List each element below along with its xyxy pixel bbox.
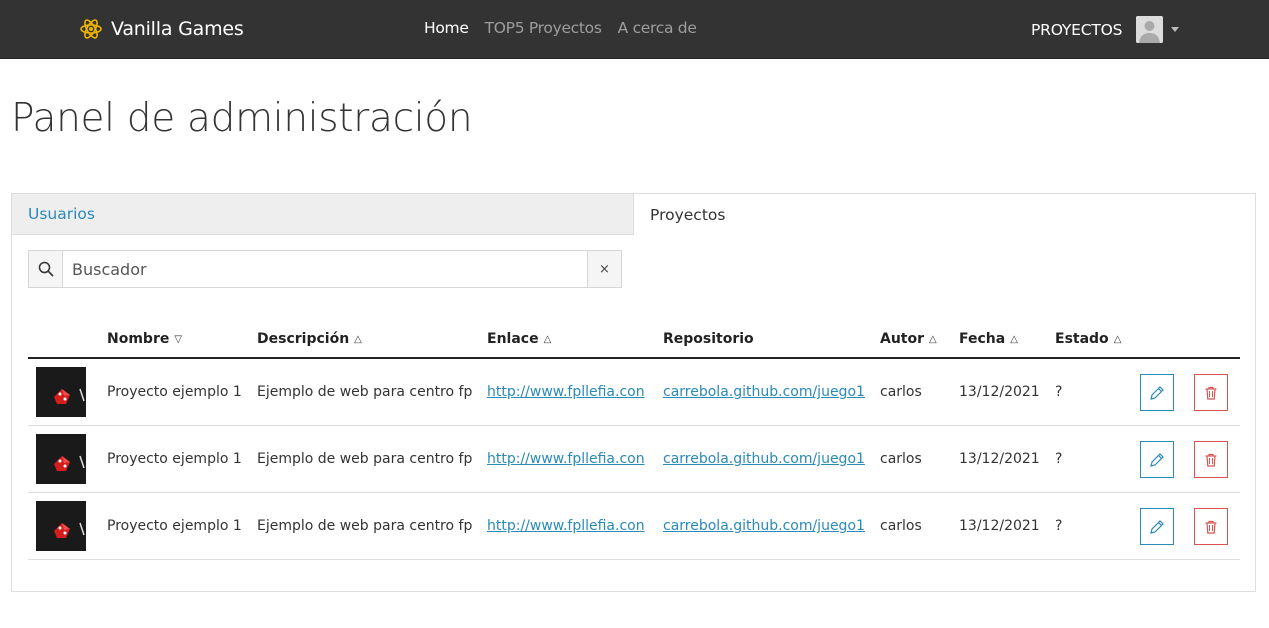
- table-row: Proyecto ejemplo 1 Ejemplo de web para c…: [28, 426, 1240, 493]
- column-label: Descripción: [257, 331, 350, 347]
- cell-fecha: 13/12/2021: [959, 384, 1040, 400]
- search-icon: [29, 251, 63, 287]
- sort-asc-icon: △: [354, 333, 362, 345]
- cell-repositorio: carrebola.github.com/juego1: [663, 451, 865, 467]
- cell-descripcion: Ejemplo de web para centro fp: [257, 451, 473, 467]
- cell-nombre: Proyecto ejemplo 1: [107, 451, 242, 467]
- column-header-estado[interactable]: Estado △: [1055, 331, 1121, 347]
- delete-button[interactable]: [1194, 508, 1228, 545]
- cell-estado: ?: [1055, 384, 1063, 400]
- tab-proyectos[interactable]: Proyectos: [634, 194, 1255, 235]
- delete-button[interactable]: [1194, 441, 1228, 478]
- delete-button[interactable]: [1194, 374, 1228, 411]
- cell-enlace: http://www.fpllefia.con: [487, 518, 645, 534]
- column-label: Nombre: [107, 331, 170, 347]
- sort-asc-icon: △: [543, 333, 552, 345]
- repositorio-link[interactable]: carrebola.github.com/juego1: [663, 451, 865, 467]
- column-header-nombre[interactable]: Nombre ▽: [107, 331, 182, 347]
- projects-table: Nombre ▽ Descripción △ Enlace △ Reposito…: [28, 318, 1240, 560]
- cell-repositorio: carrebola.github.com/juego1: [663, 384, 865, 400]
- cell-fecha: 13/12/2021: [959, 518, 1040, 534]
- nav-links: Home TOP5 Proyectos A cerca de: [424, 19, 697, 37]
- edit-button[interactable]: [1140, 374, 1174, 411]
- nav-link-about[interactable]: A cerca de: [618, 19, 697, 37]
- pencil-icon: [1150, 519, 1164, 534]
- cell-descripcion: Ejemplo de web para centro fp: [257, 518, 473, 534]
- page-title: Panel de administración: [11, 96, 473, 141]
- admin-panel: Usuarios Proyectos × Nombre ▽ Descripció…: [11, 193, 1256, 592]
- project-thumbnail: [36, 367, 86, 417]
- chevron-down-icon[interactable]: [1171, 27, 1180, 32]
- cell-nombre: Proyecto ejemplo 1: [107, 384, 242, 400]
- user-avatar-icon[interactable]: [1136, 16, 1164, 43]
- project-thumbnail: [36, 501, 86, 551]
- cell-autor: carlos: [880, 518, 922, 534]
- column-label: Estado: [1055, 331, 1109, 347]
- table-row: Proyecto ejemplo 1 Ejemplo de web para c…: [28, 493, 1240, 560]
- repositorio-link[interactable]: carrebola.github.com/juego1: [663, 384, 865, 400]
- clear-search-button[interactable]: ×: [587, 251, 621, 287]
- nav-projects-link[interactable]: PROYECTOS: [1031, 21, 1122, 39]
- brand-link[interactable]: Vanilla Games: [79, 15, 244, 43]
- sort-asc-icon: △: [1113, 333, 1122, 345]
- table-header: Nombre ▽ Descripción △ Enlace △ Reposito…: [28, 318, 1240, 359]
- cell-enlace: http://www.fpllefia.con: [487, 384, 645, 400]
- pencil-icon: [1150, 452, 1164, 467]
- search-input[interactable]: [63, 251, 587, 287]
- tab-bar: Usuarios Proyectos: [12, 194, 1255, 235]
- column-header-descripcion[interactable]: Descripción △: [257, 331, 362, 347]
- column-header-enlace[interactable]: Enlace △: [487, 331, 551, 347]
- trash-icon: [1205, 520, 1217, 534]
- cell-autor: carlos: [880, 384, 922, 400]
- nav-link-home[interactable]: Home: [424, 19, 469, 37]
- tab-usuarios[interactable]: Usuarios: [12, 194, 634, 235]
- column-label: Repositorio: [663, 331, 754, 347]
- column-header-autor[interactable]: Autor △: [880, 331, 937, 347]
- search-bar: ×: [28, 250, 622, 288]
- sort-asc-icon: △: [929, 333, 937, 345]
- cell-autor: carlos: [880, 451, 922, 467]
- column-label: Fecha: [959, 331, 1006, 347]
- enlace-link[interactable]: http://www.fpllefia.con: [487, 384, 645, 400]
- trash-icon: [1205, 453, 1217, 467]
- edit-button[interactable]: [1140, 441, 1174, 478]
- enlace-link[interactable]: http://www.fpllefia.con: [487, 451, 645, 467]
- user-menu[interactable]: PROYECTOS: [1031, 16, 1180, 43]
- enlace-link[interactable]: http://www.fpllefia.con: [487, 518, 645, 534]
- cell-descripcion: Ejemplo de web para centro fp: [257, 384, 473, 400]
- cell-nombre: Proyecto ejemplo 1: [107, 518, 242, 534]
- pencil-icon: [1150, 385, 1164, 400]
- column-header-repositorio: Repositorio: [663, 331, 754, 347]
- column-label: Enlace: [487, 331, 539, 347]
- cell-fecha: 13/12/2021: [959, 451, 1040, 467]
- repositorio-link[interactable]: carrebola.github.com/juego1: [663, 518, 865, 534]
- cell-repositorio: carrebola.github.com/juego1: [663, 518, 865, 534]
- navbar: Vanilla Games Home TOP5 Proyectos A cerc…: [0, 0, 1269, 59]
- trash-icon: [1205, 386, 1217, 400]
- column-header-fecha[interactable]: Fecha △: [959, 331, 1018, 347]
- project-thumbnail: [36, 434, 86, 484]
- column-label: Autor: [880, 331, 925, 347]
- nav-link-top5[interactable]: TOP5 Proyectos: [485, 19, 602, 37]
- sort-desc-icon: ▽: [174, 333, 183, 345]
- cell-estado: ?: [1055, 451, 1063, 467]
- sort-asc-icon: △: [1010, 333, 1018, 345]
- brand-name: Vanilla Games: [111, 18, 244, 40]
- edit-button[interactable]: [1140, 508, 1174, 545]
- table-row: Proyecto ejemplo 1 Ejemplo de web para c…: [28, 359, 1240, 426]
- cell-enlace: http://www.fpllefia.con: [487, 451, 645, 467]
- cell-estado: ?: [1055, 518, 1063, 534]
- atom-icon: [79, 17, 103, 41]
